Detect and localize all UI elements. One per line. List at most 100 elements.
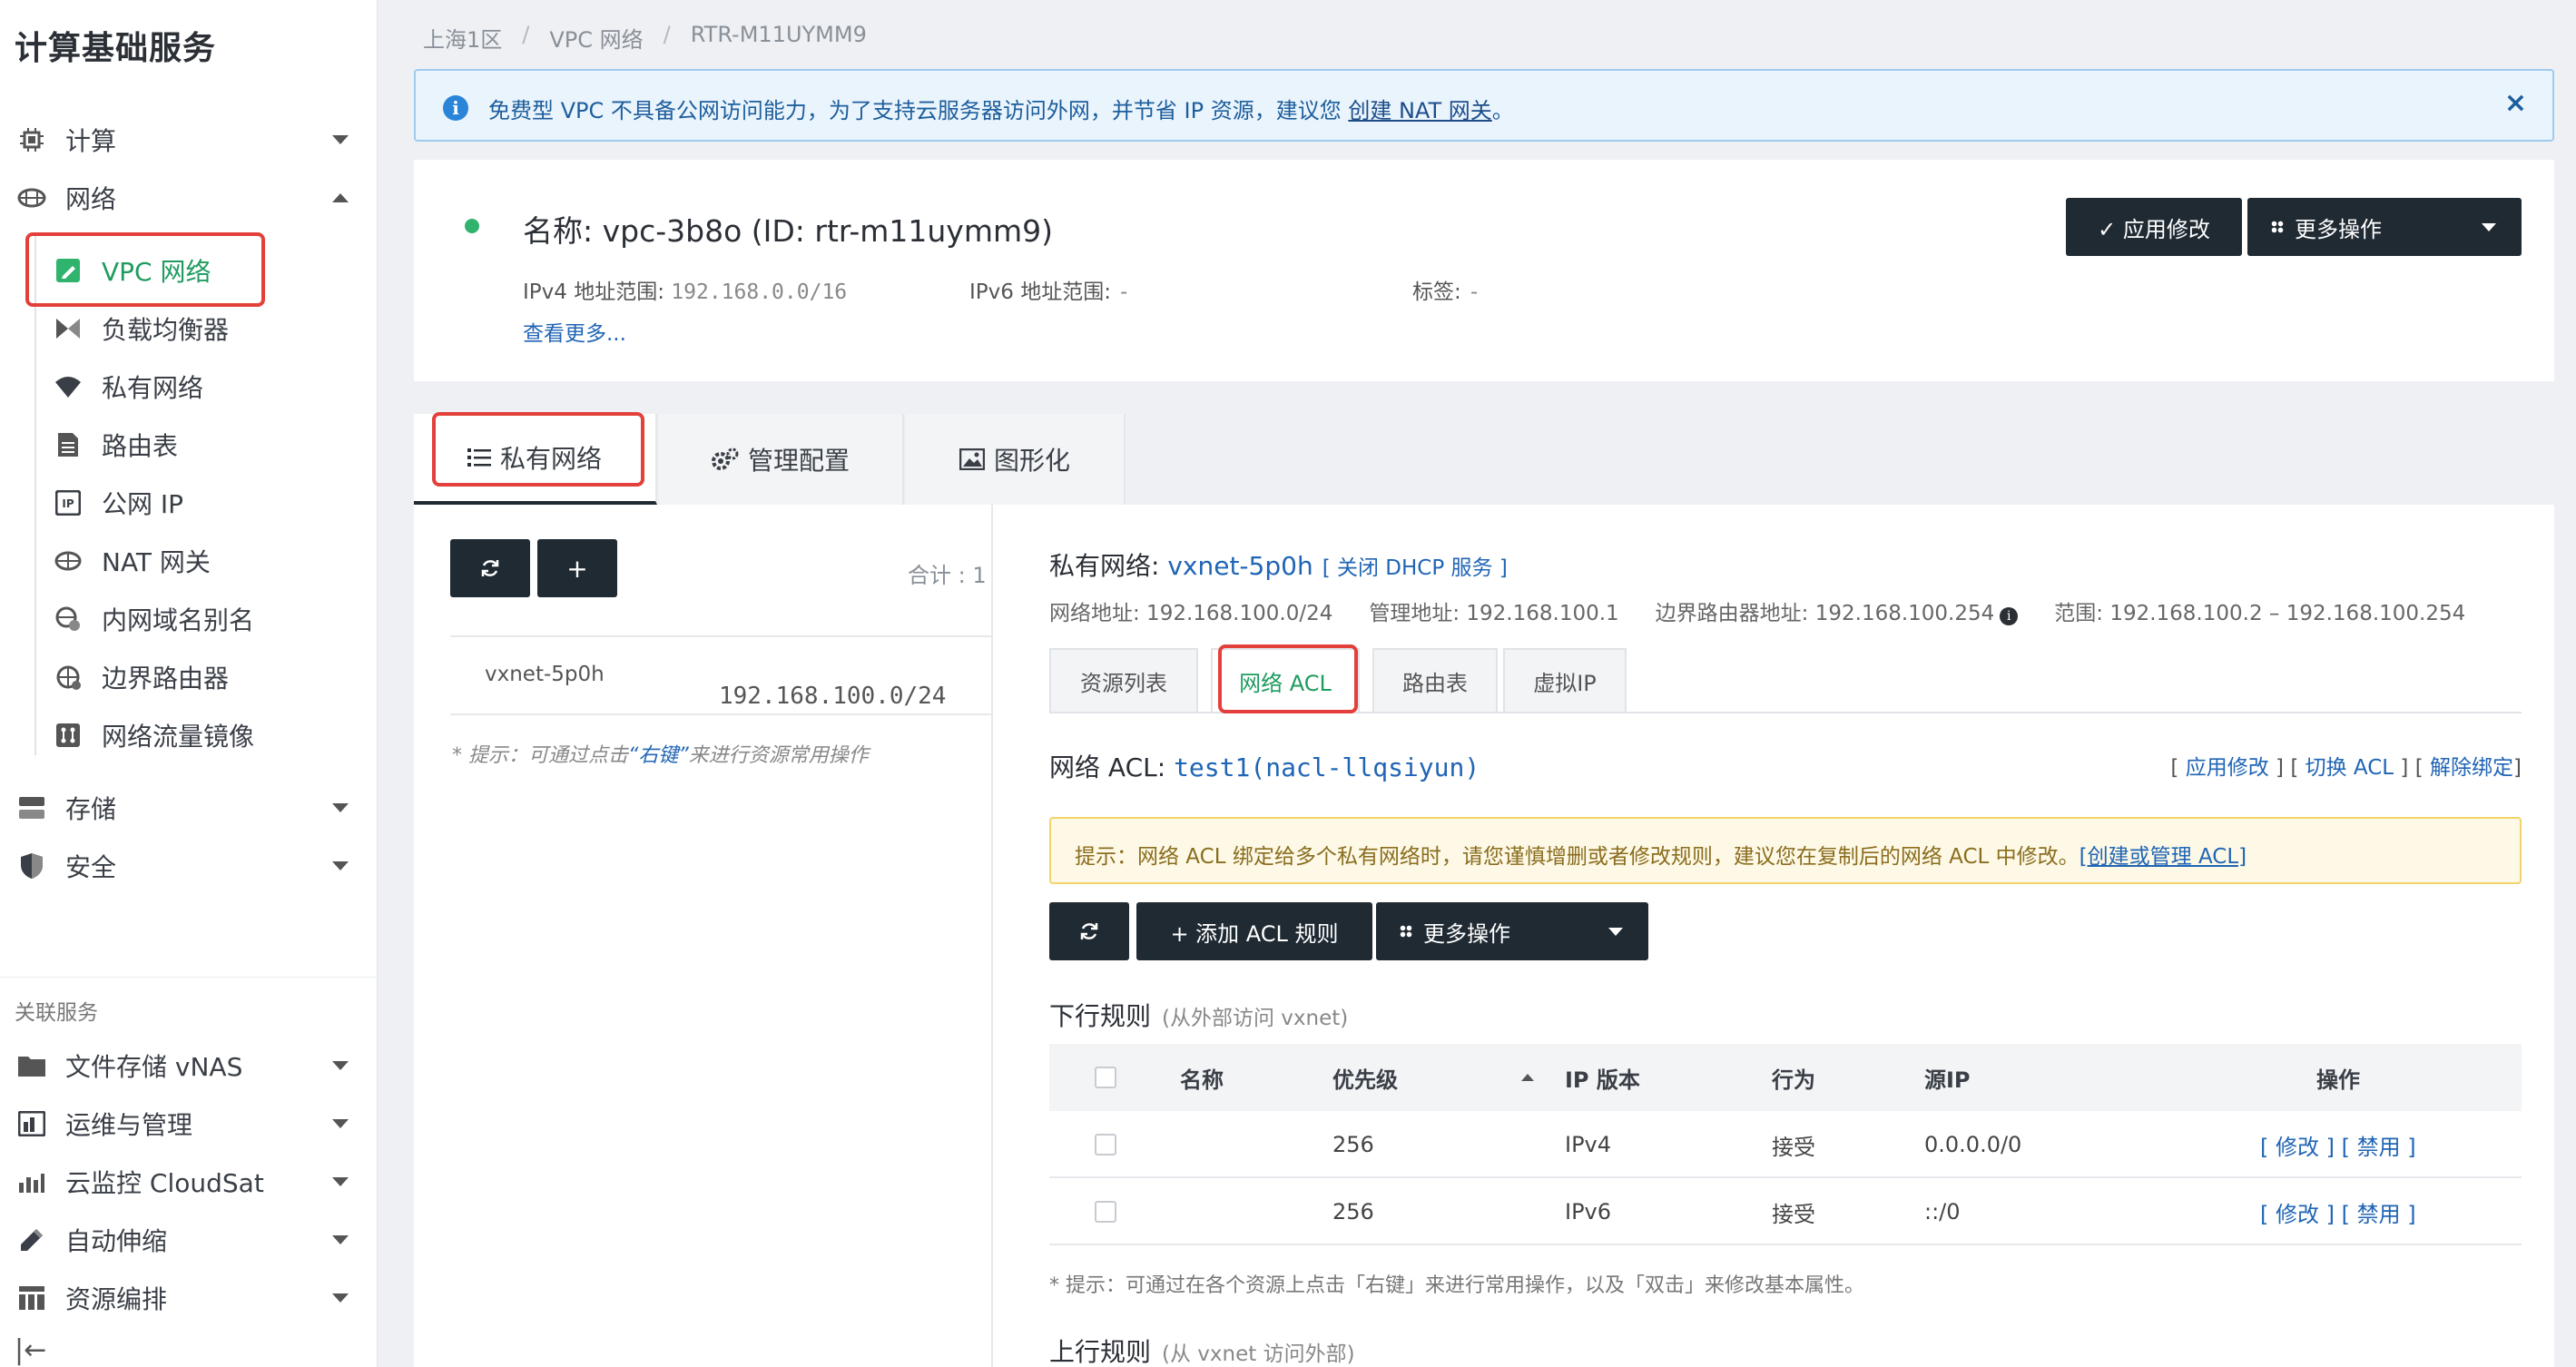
network-icon [16, 182, 47, 213]
sidebar-group-network[interactable]: 网络 [0, 172, 378, 223]
acl-unbind-link[interactable]: 解除绑定 [2430, 756, 2513, 780]
col-priority[interactable]: 优先级 [1332, 1044, 1398, 1111]
vpc-name: 名称: vpc-3b8o (ID: rtr-m11uymm9) [523, 213, 1053, 249]
sidebar-related-orchestration[interactable]: 资源编排 [0, 1273, 378, 1323]
orchestration-icon [16, 1283, 47, 1313]
subtab-virtual-ip[interactable]: 虚拟IP [1503, 648, 1627, 712]
load-balancer-icon [53, 313, 84, 344]
breadcrumb-zone[interactable]: 上海1区 [423, 22, 502, 54]
sidebar: 计算基础服务 计算 网络 VPC 网络 负载均衡器 私有网络 路由表 IP 公网… [0, 0, 378, 1367]
select-all-checkbox[interactable] [1095, 1067, 1116, 1088]
chevron-down-icon [332, 1119, 349, 1128]
related-services-title: 关联服务 [15, 1001, 98, 1025]
sidebar-item-label: 公网 IP [102, 489, 184, 519]
subtab-resources[interactable]: 资源列表 [1049, 648, 1198, 712]
more-actions-button[interactable]: 更多操作 [2247, 198, 2522, 256]
sidebar-divider [0, 977, 378, 978]
cell-action: 接受 [1772, 1134, 1815, 1160]
nat-icon [53, 546, 84, 576]
chevron-down-icon [332, 861, 349, 870]
total-count: 合计 : 1 [908, 563, 987, 588]
route-table-icon [53, 429, 84, 460]
chevron-down-icon [332, 1235, 349, 1244]
acl-apply-link[interactable]: 应用修改 [2186, 756, 2269, 780]
add-vxnet-button[interactable]: + [537, 539, 617, 597]
sidebar-related-cloudsat[interactable]: 云监控 CloudSat [0, 1156, 378, 1207]
sidebar-item-label: 内网域名别名 [102, 605, 255, 635]
row-checkbox[interactable] [1095, 1201, 1116, 1223]
tab-graphical[interactable]: 图形化 [906, 414, 1126, 505]
acl-actions: [ 应用修改 ] [ 切换 ACL ] [ 解除绑定] [2170, 756, 2522, 780]
sidebar-related-ops[interactable]: 运维与管理 [0, 1098, 378, 1149]
add-acl-rule-button[interactable]: + 添加 ACL 规则 [1136, 902, 1372, 960]
chevron-down-icon [332, 1061, 349, 1070]
acl-switch-link[interactable]: 切换 ACL [2306, 756, 2394, 780]
cell-source-ip: ::/0 [1924, 1199, 1961, 1224]
caret-down-icon [2482, 223, 2496, 231]
folder-icon [16, 1050, 47, 1081]
cell-ip-version: IPv4 [1565, 1132, 1612, 1157]
apply-changes-button[interactable]: ✓ 应用修改 [2066, 198, 2242, 256]
acl-more-actions-button[interactable]: 更多操作 [1376, 902, 1648, 960]
subtab-route-table[interactable]: 路由表 [1372, 648, 1498, 712]
cell-action: 接受 [1772, 1201, 1815, 1227]
table-header: 名称 优先级 IP 版本 行为 源IP 操作 [1049, 1044, 2522, 1111]
breadcrumb-vpc[interactable]: VPC 网络 [549, 22, 643, 54]
sidebar-group-storage[interactable]: 存储 [0, 782, 378, 833]
border-router-address: 边界路由器地址: 192.168.100.254 i [1656, 595, 2019, 626]
manage-acl-link[interactable]: [创建或管理 ACL] [2079, 845, 2247, 869]
sidebar-item-route-table[interactable]: 路由表 [0, 419, 378, 470]
network-address: 网络地址: 192.168.100.0/24 [1049, 602, 1333, 625]
disable-dhcp-link[interactable]: [ 关闭 DHCP 服务 ] [1322, 556, 1508, 580]
sidebar-item-traffic-mirror[interactable]: 网络流量镜像 [0, 710, 378, 761]
table-row[interactable]: 256 IPv6 接受 ::/0 [ 修改 ] [ 禁用 ] [1049, 1178, 2522, 1245]
grid-icon [1400, 925, 1412, 938]
breadcrumb-separator: / [663, 22, 671, 47]
sidebar-group-security[interactable]: 安全 [0, 841, 378, 891]
cell-priority: 256 [1332, 1132, 1374, 1157]
highlight-box [1218, 644, 1358, 713]
storage-icon [16, 792, 47, 823]
sidebar-item-dns-alias[interactable]: 内网域名别名 [0, 594, 378, 644]
see-more-link[interactable]: 查看更多... [523, 316, 626, 347]
sidebar-item-border-router[interactable]: 边界路由器 [0, 652, 378, 703]
sidebar-item-nat-gateway[interactable]: NAT 网关 [0, 536, 378, 586]
sidebar-item-label: 网络流量镜像 [102, 722, 255, 752]
sidebar-group-label: 存储 [65, 794, 117, 824]
gears-icon [711, 447, 739, 471]
tab-management-config[interactable]: 管理配置 [659, 414, 904, 505]
cell-operations[interactable]: [ 修改 ] [ 禁用 ] [2260, 1111, 2416, 1178]
close-icon[interactable]: × [2504, 87, 2527, 119]
ip-range: 范围: 192.168.100.2 – 192.168.100.254 [2054, 602, 2466, 625]
info-icon[interactable]: i [2000, 607, 2019, 625]
sidebar-related-vnas[interactable]: 文件存储 vNAS [0, 1040, 378, 1091]
sidebar-item-load-balancer[interactable]: 负载均衡器 [0, 303, 378, 354]
sidebar-group-label: 安全 [65, 852, 117, 882]
refresh-icon [479, 557, 501, 579]
sidebar-item-label: 自动伸缩 [65, 1226, 168, 1256]
highlight-box [25, 232, 265, 307]
table-row[interactable]: 256 IPv4 接受 0.0.0.0/0 [ 修改 ] [ 禁用 ] [1049, 1111, 2522, 1178]
sidebar-group-label: 计算 [65, 126, 117, 156]
sidebar-related-autoscale[interactable]: 自动伸缩 [0, 1215, 378, 1265]
acl-title: 网络 ACL: test1(nacl-llqsiyun) [1049, 752, 1480, 782]
sidebar-group-compute[interactable]: 计算 [0, 114, 378, 165]
sidebar-item-label: 文件存储 vNAS [65, 1052, 243, 1082]
cell-operations[interactable]: [ 修改 ] [ 禁用 ] [2260, 1178, 2416, 1245]
create-nat-link[interactable]: 创建 NAT 网关 [1348, 98, 1491, 123]
vxnet-list-name[interactable]: vxnet-5p0h [485, 663, 605, 686]
caret-down-icon [1608, 928, 1623, 936]
acl-refresh-button[interactable] [1049, 902, 1129, 960]
refresh-button[interactable] [450, 539, 530, 597]
sidebar-item-label: 负载均衡器 [102, 315, 230, 345]
sidebar-item-private-network[interactable]: 私有网络 [0, 361, 378, 412]
mirror-icon [53, 720, 84, 751]
chevron-down-icon [332, 1177, 349, 1186]
breadcrumb-current: RTR-M11UYMM9 [690, 22, 867, 47]
vxnet-list-cidr[interactable]: 192.168.100.0/24 [719, 683, 946, 710]
sort-up-icon[interactable] [1521, 1044, 1534, 1111]
sidebar-item-public-ip[interactable]: IP 公网 IP [0, 477, 378, 528]
row-checkbox[interactable] [1095, 1134, 1116, 1156]
ip-icon: IP [53, 487, 84, 518]
collapse-sidebar-icon[interactable]: |← [15, 1334, 46, 1366]
